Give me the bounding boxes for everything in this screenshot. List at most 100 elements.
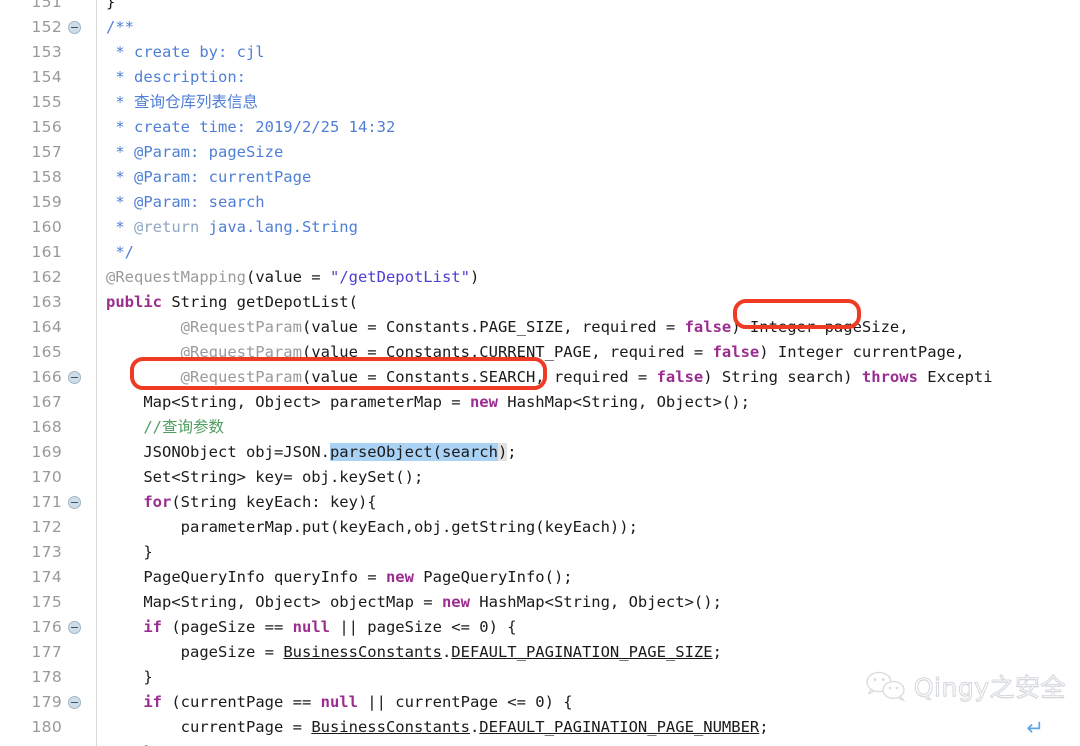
fold-toggle-icon[interactable]: [68, 371, 81, 384]
code-text[interactable]: Map<String, Object> objectMap = new Hash…: [97, 590, 722, 615]
code-line[interactable]: 159 * @Param: search: [0, 190, 1080, 215]
code-line[interactable]: 153 * create by: cjl: [0, 40, 1080, 65]
code-line[interactable]: 156 * create time: 2019/2/25 14:32: [0, 115, 1080, 140]
code-line[interactable]: 164 @RequestParam(value = Constants.PAGE…: [0, 315, 1080, 340]
code-line[interactable]: 161 */: [0, 240, 1080, 265]
code-line[interactable]: 158 * @Param: currentPage: [0, 165, 1080, 190]
code-text[interactable]: if (pageSize == null || pageSize <= 0) {: [97, 615, 516, 640]
code-line[interactable]: 157 * @Param: pageSize: [0, 140, 1080, 165]
code-line[interactable]: 160 * @return java.lang.String: [0, 215, 1080, 240]
selection-highlight: parseObject(search: [329, 443, 498, 461]
line-number: 154: [31, 68, 62, 86]
line-number: 163: [31, 293, 62, 311]
code-line[interactable]: 171 for(String keyEach: key){: [0, 490, 1080, 515]
code-text[interactable]: }: [97, 740, 152, 746]
code-line[interactable]: 172 parameterMap.put(keyEach,obj.getStri…: [0, 515, 1080, 540]
code-line[interactable]: 167 Map<String, Object> parameterMap = n…: [0, 390, 1080, 415]
line-number: 155: [31, 93, 62, 111]
code-text[interactable]: Map<String, Object> parameterMap = new H…: [97, 390, 750, 415]
line-number: 171: [31, 493, 62, 511]
line-number: 158: [31, 168, 62, 186]
line-number: 176: [31, 618, 62, 636]
code-line[interactable]: 176 if (pageSize == null || pageSize <= …: [0, 615, 1080, 640]
code-line[interactable]: 166 @RequestParam(value = Constants.SEAR…: [0, 365, 1080, 390]
line-number: 151: [31, 0, 62, 11]
code-text[interactable]: }: [97, 540, 152, 565]
code-line[interactable]: 178 }: [0, 665, 1080, 690]
line-number: 170: [31, 468, 62, 486]
line-number: 165: [31, 343, 62, 361]
line-number: 164: [31, 318, 62, 336]
fold-toggle-icon[interactable]: [68, 621, 81, 634]
line-number: 180: [31, 718, 62, 736]
code-text[interactable]: for(String keyEach: key){: [97, 490, 376, 515]
line-number: 179: [31, 693, 62, 711]
code-text[interactable]: * @return java.lang.String: [97, 215, 358, 240]
code-text[interactable]: * @Param: currentPage: [97, 165, 311, 190]
line-number: 177: [31, 643, 62, 661]
line-number: 174: [31, 568, 62, 586]
line-number: 161: [31, 243, 62, 261]
line-number: 173: [31, 543, 62, 561]
line-number: 167: [31, 393, 62, 411]
line-number: 175: [31, 593, 62, 611]
code-line[interactable]: 181 }: [0, 740, 1080, 746]
line-number: 169: [31, 443, 62, 461]
enter-symbol: ↵: [1026, 716, 1044, 740]
code-line[interactable]: 174 PageQueryInfo queryInfo = new PageQu…: [0, 565, 1080, 590]
code-text[interactable]: @RequestParam(value = Constants.PAGE_SIZ…: [97, 315, 909, 340]
code-line[interactable]: 173 }: [0, 540, 1080, 565]
line-number: 178: [31, 668, 62, 686]
line-number: 160: [31, 218, 62, 236]
fold-toggle-icon[interactable]: [68, 21, 81, 34]
code-line[interactable]: 177 pageSize = BusinessConstants.DEFAULT…: [0, 640, 1080, 665]
code-line[interactable]: 168 //查询参数: [0, 415, 1080, 440]
line-number: 152: [31, 18, 62, 36]
code-line[interactable]: 154 * description:: [0, 65, 1080, 90]
code-line[interactable]: 165 @RequestParam(value = Constants.CURR…: [0, 340, 1080, 365]
code-text[interactable]: * create by: cjl: [97, 40, 264, 65]
line-number: 166: [31, 368, 62, 386]
line-number: 157: [31, 143, 62, 161]
line-number: 159: [31, 193, 62, 211]
code-line[interactable]: 175 Map<String, Object> objectMap = new …: [0, 590, 1080, 615]
fold-toggle-icon[interactable]: [68, 496, 81, 509]
code-text[interactable]: //查询参数: [97, 415, 224, 440]
code-line[interactable]: 180 currentPage = BusinessConstants.DEFA…: [0, 715, 1080, 740]
code-text[interactable]: * @Param: pageSize: [97, 140, 283, 165]
code-text[interactable]: PageQueryInfo queryInfo = new PageQueryI…: [97, 565, 572, 590]
code-line[interactable]: 152 /**: [0, 15, 1080, 40]
line-number: 168: [31, 418, 62, 436]
code-text[interactable]: pageSize = BusinessConstants.DEFAULT_PAG…: [97, 640, 722, 665]
line-number: 181: [0, 740, 62, 746]
code-text[interactable]: * create time: 2019/2/25 14:32: [97, 115, 395, 140]
line-number: 172: [31, 518, 62, 536]
line-number: 162: [31, 268, 62, 286]
code-text[interactable]: @RequestParam(value = Constants.CURRENT_…: [97, 340, 965, 365]
code-text[interactable]: public String getDepotList(: [97, 290, 358, 315]
code-text[interactable]: currentPage = BusinessConstants.DEFAULT_…: [97, 715, 769, 740]
code-text[interactable]: JSONObject obj=JSON.parseObject(search);: [97, 440, 517, 465]
code-line[interactable]: 163 public String getDepotList(: [0, 290, 1080, 315]
code-text[interactable]: @RequestMapping(value = "/getDepotList"): [97, 265, 479, 290]
code-line[interactable]: 179 if (currentPage == null || currentPa…: [0, 690, 1080, 715]
code-line[interactable]: 155 * 查询仓库列表信息: [0, 90, 1080, 115]
code-text[interactable]: }: [97, 665, 152, 690]
code-text[interactable]: if (currentPage == null || currentPage <…: [97, 690, 572, 715]
line-number: 153: [31, 43, 62, 61]
fold-toggle-icon[interactable]: [68, 696, 81, 709]
line-number: 156: [31, 118, 62, 136]
code-text[interactable]: /**: [97, 15, 134, 40]
code-text[interactable]: parameterMap.put(keyEach,obj.getString(k…: [97, 515, 638, 540]
code-line[interactable]: 162 @RequestMapping(value = "/getDepotLis…: [0, 265, 1080, 290]
code-text[interactable]: @RequestParam(value = Constants.SEARCH, …: [97, 365, 993, 390]
code-line[interactable]: 151}: [0, 0, 1080, 15]
code-line[interactable]: 169 JSONObject obj=JSON.parseObject(sear…: [0, 440, 1080, 465]
code-text[interactable]: Set<String> key= obj.keySet();: [97, 465, 423, 490]
code-text[interactable]: * description:: [97, 65, 246, 90]
code-text[interactable]: * @Param: search: [97, 190, 264, 215]
code-text[interactable]: * 查询仓库列表信息: [97, 90, 258, 115]
code-line[interactable]: 170 Set<String> key= obj.keySet();: [0, 465, 1080, 490]
code-text[interactable]: }: [97, 0, 115, 15]
code-text[interactable]: */: [97, 240, 134, 265]
